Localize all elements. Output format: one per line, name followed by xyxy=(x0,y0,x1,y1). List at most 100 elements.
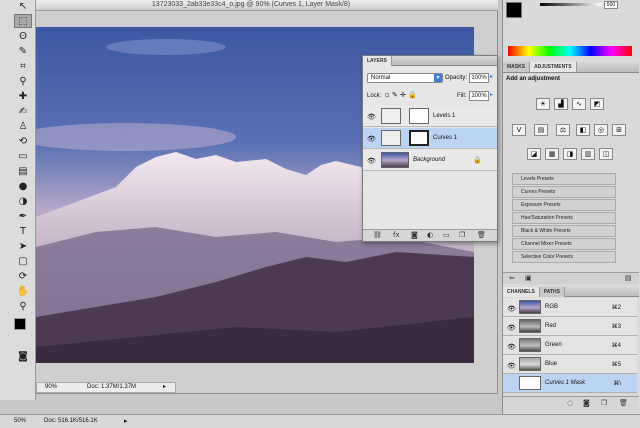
channel-row-red[interactable]: 👁 Red ⌘3 xyxy=(503,317,637,336)
curves-icon[interactable]: ∿ xyxy=(572,98,586,110)
opacity-field[interactable]: 100% xyxy=(469,73,489,83)
levels-icon[interactable]: ▟ xyxy=(554,98,568,110)
quick-select-tool-icon[interactable]: ✎ xyxy=(14,45,32,59)
tab-masks[interactable]: MASKS xyxy=(503,62,531,72)
gradient-tool-icon[interactable]: ▤ xyxy=(14,165,32,179)
layer-row-curves[interactable]: 👁 Curves 1 xyxy=(363,128,497,149)
hue-saturation-icon[interactable]: ▤ xyxy=(534,124,548,136)
selective-color-icon[interactable]: ◫ xyxy=(599,148,613,160)
layer-name: Levels 1 xyxy=(433,113,456,119)
gradient-map-icon[interactable]: ▥ xyxy=(581,148,595,160)
dodge-tool-icon[interactable]: ◑ xyxy=(14,195,32,209)
channel-row-blue[interactable]: 👁 Blue ⌘5 xyxy=(503,355,637,374)
tab-channels[interactable]: CHANNELS xyxy=(503,287,540,297)
exposure-icon[interactable]: ◩ xyxy=(590,98,604,110)
fill-field[interactable]: 100% xyxy=(469,91,489,101)
channel-mixer-icon[interactable]: ⊞ xyxy=(612,124,626,136)
blend-mode-select[interactable]: Normal ▾ xyxy=(367,73,443,83)
trash-icon[interactable]: 🗑 xyxy=(619,399,628,407)
group-icon[interactable]: ▭ xyxy=(443,231,450,239)
preset-channel-mixer[interactable]: Channel Mixer Presets xyxy=(512,238,616,250)
add-mask-icon[interactable]: ◙ xyxy=(411,231,418,239)
tools-panel: ↖ ⬚ ʘ ✎ ⌗ ⚲ ✚ ✍ ♙ ⟲ ▭ ▤ ● ◑ ✒ T ➤ ▢ ⟳ ✋ … xyxy=(0,0,36,400)
visibility-eye-icon[interactable]: 👁 xyxy=(507,324,516,332)
blur-tool-icon[interactable]: ● xyxy=(14,180,32,194)
preset-levels[interactable]: Levels Presets xyxy=(512,173,616,185)
move-tool-icon[interactable]: ↖ xyxy=(14,0,32,14)
visibility-eye-icon[interactable]: 👁 xyxy=(367,113,376,121)
lasso-tool-icon[interactable]: ʘ xyxy=(14,30,32,44)
clone-stamp-icon[interactable]: ♙ xyxy=(14,120,32,134)
hand-tool-icon[interactable]: ✋ xyxy=(14,285,32,299)
color-slider[interactable] xyxy=(540,3,602,6)
opacity-arrow-icon[interactable]: ▸ xyxy=(490,73,493,80)
load-selection-icon[interactable]: ◌ xyxy=(567,399,573,407)
channel-name: Curves 1 Mask xyxy=(545,380,586,386)
app-zoom[interactable]: 50% xyxy=(14,418,26,424)
lock-icons[interactable]: ▫ ✎ ✛ 🔒 xyxy=(385,91,417,99)
color-value-field[interactable]: 500 xyxy=(604,1,618,9)
visibility-eye-icon[interactable]: 👁 xyxy=(367,157,376,165)
layer-row-background[interactable]: 👁 Background 🔒 xyxy=(363,150,497,171)
shape-tool-icon[interactable]: ▢ xyxy=(14,255,32,269)
zoom-tool-icon[interactable]: ⚲ xyxy=(14,300,32,314)
type-tool-icon[interactable]: T xyxy=(14,225,32,239)
tab-adjustments[interactable]: ADJUSTMENTS xyxy=(530,62,577,72)
visibility-eye-icon[interactable]: 👁 xyxy=(507,343,516,351)
foreground-color-swatch[interactable] xyxy=(506,2,522,18)
document-zoom[interactable]: 90% xyxy=(45,383,57,392)
visibility-eye-icon[interactable]: 👁 xyxy=(507,305,516,313)
brush-tool-icon[interactable]: ✍ xyxy=(14,105,32,119)
layer-row-levels[interactable]: 👁 Levels 1 xyxy=(363,106,497,127)
link-layers-icon[interactable]: ⛓ xyxy=(373,231,382,239)
posterize-icon[interactable]: ▦ xyxy=(545,148,559,160)
brightness-contrast-icon[interactable]: ☀ xyxy=(536,98,550,110)
tab-layers[interactable]: LAYERS xyxy=(363,56,392,66)
channel-row-green[interactable]: 👁 Green ⌘4 xyxy=(503,336,637,355)
fill-arrow-icon[interactable]: ▸ xyxy=(490,91,493,98)
preset-hue-saturation[interactable]: Hue/Saturation Presets xyxy=(512,212,616,224)
channel-row-rgb[interactable]: 👁 RGB ⌘2 xyxy=(503,298,637,317)
layer-mask-thumbnail[interactable] xyxy=(409,130,429,146)
vibrance-icon[interactable]: V xyxy=(512,124,526,136)
invert-icon[interactable]: ◪ xyxy=(527,148,541,160)
layer-mask-thumbnail[interactable] xyxy=(409,108,429,124)
visibility-eye-icon[interactable]: 👁 xyxy=(367,135,376,143)
channel-row-curves-mask[interactable]: Curves 1 Mask ⌘\ xyxy=(503,374,637,393)
healing-brush-icon[interactable]: ✚ xyxy=(14,90,32,104)
foreground-color-swatch[interactable] xyxy=(14,318,26,330)
preset-exposure[interactable]: Exposure Presets xyxy=(512,199,616,211)
threshold-icon[interactable]: ◨ xyxy=(563,148,577,160)
black-white-icon[interactable]: ◧ xyxy=(576,124,590,136)
preset-black-white[interactable]: Black & White Presets xyxy=(512,225,616,237)
visibility-eye-icon[interactable]: 👁 xyxy=(507,362,516,370)
layer-style-icon[interactable]: fx xyxy=(393,231,400,239)
3d-rotate-icon[interactable]: ⟳ xyxy=(14,270,32,284)
path-select-icon[interactable]: ➤ xyxy=(14,240,32,254)
return-arrow-icon[interactable]: ⇐ xyxy=(509,274,515,282)
pen-tool-icon[interactable]: ✒ xyxy=(14,210,32,224)
preset-selective-color[interactable]: Selective Color Presets xyxy=(512,251,616,263)
history-brush-icon[interactable]: ⟲ xyxy=(14,135,32,149)
eraser-tool-icon[interactable]: ▭ xyxy=(14,150,32,164)
new-layer-icon[interactable]: ❐ xyxy=(459,231,465,239)
eyedropper-tool-icon[interactable]: ⚲ xyxy=(14,75,32,89)
color-spectrum-bar[interactable] xyxy=(508,46,632,56)
tab-paths[interactable]: PATHS xyxy=(539,287,565,297)
expand-view-icon[interactable]: ▣ xyxy=(525,274,532,282)
trash-icon[interactable]: 🗑 xyxy=(477,231,486,239)
status-arrow-icon[interactable]: ▸ xyxy=(163,383,166,392)
quick-mask-icon[interactable]: ◙ xyxy=(14,350,32,364)
marquee-tool-icon[interactable]: ⬚ xyxy=(14,14,32,28)
color-balance-icon[interactable]: ⚖ xyxy=(556,124,570,136)
adjustment-layer-icon[interactable]: ◐ xyxy=(427,231,433,239)
preset-curves[interactable]: Curves Presets xyxy=(512,186,616,198)
photo-filter-icon[interactable]: ◎ xyxy=(594,124,608,136)
new-channel-icon[interactable]: ❐ xyxy=(601,399,607,407)
channel-name: Red xyxy=(545,323,557,329)
save-selection-icon[interactable]: ◙ xyxy=(583,399,590,407)
channel-thumbnail xyxy=(519,376,541,390)
panel-menu-icon[interactable]: ▤ xyxy=(625,274,632,282)
status-arrow-icon[interactable]: ▸ xyxy=(124,417,128,425)
crop-tool-icon[interactable]: ⌗ xyxy=(14,60,32,74)
